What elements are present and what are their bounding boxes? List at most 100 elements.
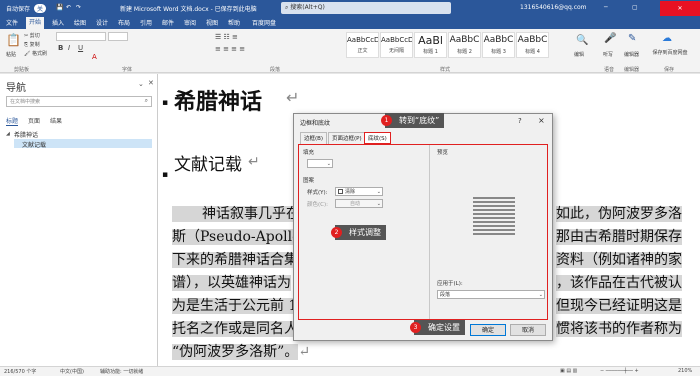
save-icon[interactable]: 💾 <box>56 4 63 11</box>
font-size-combo[interactable] <box>108 32 128 41</box>
ok-button[interactable]: 确定 <box>470 324 506 336</box>
underline-button[interactable]: U <box>78 44 83 52</box>
body-line[interactable]: 下来的希腊神话合集 <box>172 248 298 272</box>
tab-review[interactable]: 审阅 <box>184 18 196 27</box>
body-line[interactable]: 为是生活于公元前 1 <box>172 294 298 318</box>
tab-home[interactable]: 开始 <box>26 17 45 29</box>
search-box[interactable]: ⌕ 搜索(Alt+Q) <box>281 2 451 14</box>
paste-icon[interactable]: 📋 <box>6 33 21 47</box>
nav-dropdown-icon[interactable]: ⌄ <box>138 80 144 88</box>
tab-layout[interactable]: 布局 <box>118 18 130 27</box>
body-text: 如此，伪阿波罗多洛 <box>556 206 682 222</box>
nav-tree-item[interactable]: 希腊神话 <box>14 130 38 139</box>
tab-borders[interactable]: 边框(B) <box>300 132 328 144</box>
edit-icon[interactable]: 🔍 <box>576 35 588 46</box>
style-heading-2[interactable]: AaBbC 标题 2 <box>448 32 481 58</box>
format-painter-button[interactable]: 🖌 格式刷 <box>24 50 47 57</box>
tab-help[interactable]: 帮助 <box>228 18 240 27</box>
autosave-toggle[interactable]: 关 <box>34 4 47 13</box>
fill-color-picker[interactable]: ⌄ <box>307 159 333 168</box>
align-buttons[interactable]: ≡ ≡ ≡ ≡ <box>215 45 245 53</box>
tab-file[interactable]: 文件 <box>6 18 18 27</box>
undo-icon[interactable]: ↶ <box>66 4 71 11</box>
nav-tab-results[interactable]: 结果 <box>50 116 62 125</box>
search-icon: ⌕ <box>285 4 289 11</box>
save-baidu-label[interactable]: 保存到百度网盘 <box>648 49 692 56</box>
tab-draw[interactable]: 绘图 <box>74 18 86 27</box>
chevron-down-icon: ⌄ <box>376 189 381 195</box>
maximize-icon[interactable]: ▢ <box>632 4 638 11</box>
view-mode-icons[interactable]: ▣ ▤ ▥ <box>560 368 577 374</box>
nav-tree-item-selected[interactable]: 文献记载 <box>14 139 152 149</box>
dictate-label[interactable]: 听写 <box>603 51 613 58</box>
nav-close-icon[interactable]: ✕ <box>148 79 154 87</box>
style-heading-3[interactable]: AaBbC 标题 3 <box>482 32 515 58</box>
tab-page-borders[interactable]: 页面边框(P) <box>328 132 366 144</box>
body-line[interactable]: 资料（例如诸神的家 <box>556 248 682 272</box>
minimize-icon[interactable]: ─ <box>604 4 608 11</box>
tab-references[interactable]: 引用 <box>140 18 152 27</box>
copy-button[interactable]: ⎘ 复制 <box>24 41 40 48</box>
redo-icon[interactable]: ↷ <box>76 4 81 11</box>
edit-label[interactable]: 编辑 <box>574 51 584 58</box>
body-line[interactable]: “伪阿波罗多洛斯”。↵ <box>172 340 310 364</box>
style-no-spacing[interactable]: AaBbCcDc 无间隔 <box>380 32 413 58</box>
word-count[interactable]: 216/570 个字 <box>4 368 36 375</box>
close-icon[interactable]: ✕ <box>660 1 700 16</box>
body-line[interactable]: 那由古希腊时期保存 <box>556 225 682 249</box>
paste-label[interactable]: 粘贴 <box>6 51 16 58</box>
font-name-combo[interactable] <box>56 32 106 41</box>
editor-label[interactable]: 编辑器 <box>624 51 639 58</box>
italic-button[interactable]: I <box>68 44 70 52</box>
tab-shading[interactable]: 底纹(S) <box>364 132 391 144</box>
cancel-button[interactable]: 取消 <box>510 324 546 336</box>
search-icon[interactable]: ⌕ <box>145 97 148 105</box>
body-line[interactable]: 谱），以英雄神话为 <box>172 271 291 295</box>
heading-1[interactable]: 希腊神话 <box>174 84 262 116</box>
tab-design[interactable]: 设计 <box>96 18 108 27</box>
baidu-cloud-icon[interactable]: ☁ <box>662 33 672 44</box>
body-line[interactable]: 但现今已经证明这是 <box>556 294 682 318</box>
pattern-color-select[interactable]: 自动 ⌄ <box>335 199 383 208</box>
font-color-button[interactable]: A <box>92 53 97 61</box>
heading-2[interactable]: 文献记载 <box>174 150 242 175</box>
style-normal[interactable]: AaBbCcDc 正文 <box>346 32 379 58</box>
nav-search-input[interactable]: 在文档中搜索 ⌕ <box>6 96 152 107</box>
account-name[interactable]: 1316540616@qq.com <box>520 4 587 11</box>
body-line[interactable]: 如此，伪阿波罗多洛 <box>556 202 682 226</box>
help-icon[interactable]: ? <box>518 117 522 125</box>
body-line[interactable]: 神话叙事几乎在 <box>172 202 300 226</box>
nav-tab-pages[interactable]: 页面 <box>28 116 40 125</box>
nav-tree-label: 文献记载 <box>22 142 47 149</box>
zoom-slider[interactable]: − ──────┼── + <box>600 368 639 374</box>
swatch-icon <box>338 189 343 194</box>
body-text: ，该作品在古代被认 <box>556 275 682 291</box>
microphone-icon[interactable]: 🎤 <box>604 33 616 44</box>
tab-baidu[interactable]: 百度网盘 <box>252 18 276 27</box>
nav-tab-headings[interactable]: 标题 <box>6 116 19 126</box>
body-line[interactable]: 斯（Pseudo-Apollod <box>172 225 310 249</box>
preview-line <box>473 209 515 211</box>
language[interactable]: 中文(中国) <box>60 368 84 375</box>
apply-to-select[interactable]: 段落 ⌄ <box>437 290 545 299</box>
accessibility-status[interactable]: 辅助功能: 一切就绪 <box>100 368 143 375</box>
body-text: 斯（Pseudo-Apollod <box>172 229 310 245</box>
body-line[interactable]: 托名之作或是同名人 <box>172 317 298 341</box>
pattern-style-select[interactable]: 清除 ⌄ <box>335 187 383 196</box>
tab-mailings[interactable]: 邮件 <box>162 18 174 27</box>
zoom-level[interactable]: 210% <box>678 368 692 374</box>
bullets-button[interactable]: ☰ ☷ ≡ <box>215 33 238 41</box>
tree-collapse-icon[interactable]: ◢ <box>6 131 10 137</box>
body-text: 资料（例如诸神的家 <box>556 252 682 268</box>
body-line[interactable]: ，该作品在古代被认 <box>556 271 682 295</box>
bold-button[interactable]: B <box>58 44 63 52</box>
style-heading-4[interactable]: AaBbC 标题 4 <box>516 32 549 58</box>
style-preview: AaBbC <box>483 35 514 45</box>
editor-icon[interactable]: ✎ <box>628 33 636 44</box>
style-heading-1[interactable]: AaBl 标题 1 <box>414 32 447 58</box>
tab-view[interactable]: 视图 <box>206 18 218 27</box>
cut-button[interactable]: ✂ 剪切 <box>24 32 40 39</box>
dialog-close-icon[interactable]: × <box>538 116 545 125</box>
tab-insert[interactable]: 插入 <box>52 18 64 27</box>
body-line[interactable]: 惯将该书的作者称为 <box>556 317 682 341</box>
